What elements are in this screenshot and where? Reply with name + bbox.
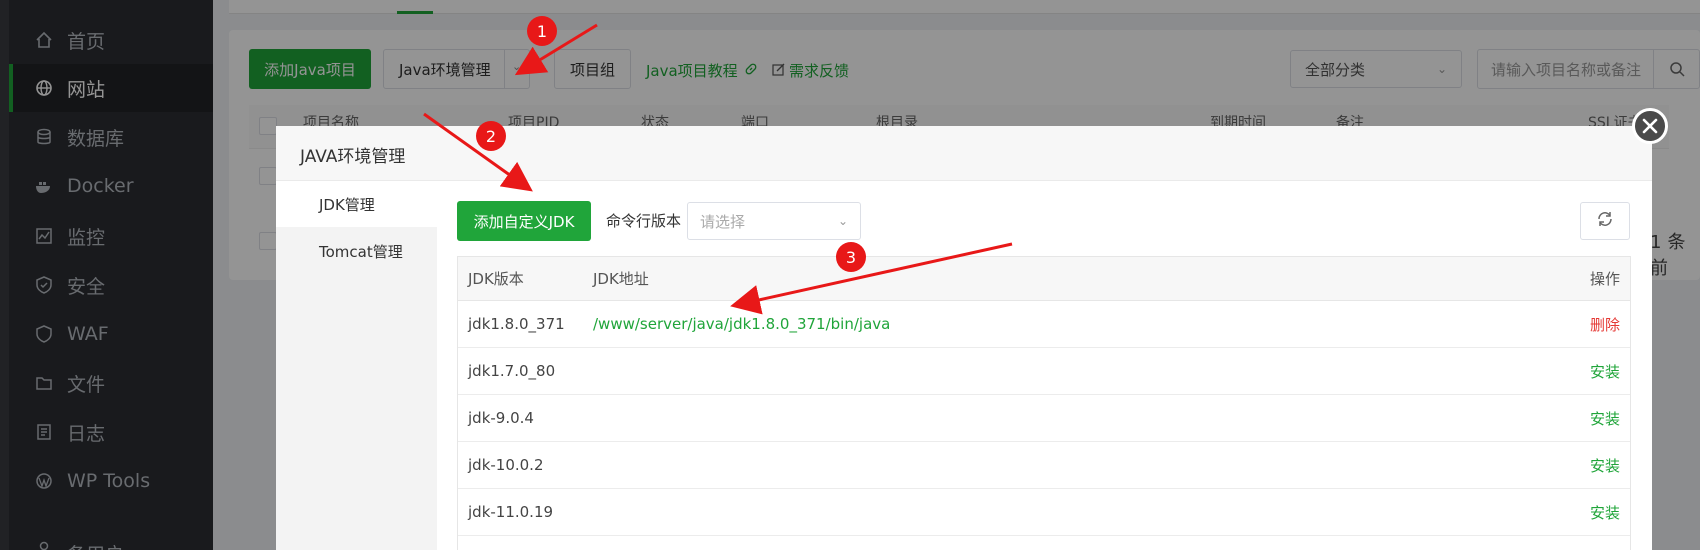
- refresh-icon: [1596, 210, 1614, 232]
- jdk-version: jdk-11.0.19: [468, 503, 554, 521]
- cmd-version-label: 命令行版本: [606, 212, 682, 230]
- close-icon[interactable]: [1632, 108, 1668, 144]
- tab-label: Tomcat管理: [319, 242, 403, 261]
- jdk-version: jdk-9.0.4: [468, 409, 534, 427]
- tab-label: JDK管理: [319, 195, 375, 214]
- install-button[interactable]: 安装: [1590, 442, 1620, 488]
- install-button[interactable]: 安装: [1590, 395, 1620, 441]
- chevron-down-icon: ⌄: [837, 214, 848, 228]
- refresh-button[interactable]: [1580, 202, 1630, 240]
- jdk-table: JDK版本 JDK地址 操作 jdk1.8.0_371 /www/server/…: [457, 256, 1631, 550]
- table-row: jdk-9.0.4 安装: [458, 395, 1630, 442]
- jdk-version: jdk-10.0.2: [468, 456, 544, 474]
- table-row: jdk-11.0.19 安装: [458, 489, 1630, 536]
- table-row: jdk1.8.0_371 /www/server/java/jdk1.8.0_3…: [458, 301, 1630, 348]
- col-action: 操作: [1589, 270, 1620, 288]
- jdk-version: jdk1.8.0_371: [468, 315, 565, 333]
- jdk-table-header: JDK版本 JDK地址 操作: [458, 257, 1630, 301]
- jdk-version: jdk1.7.0_80: [468, 362, 556, 380]
- add-custom-jdk-button[interactable]: 添加自定义JDK: [457, 201, 591, 241]
- install-button[interactable]: 安装: [1590, 348, 1620, 394]
- modal-title: JAVA环境管理: [300, 147, 406, 167]
- annotation-badge-3: 3: [836, 242, 866, 272]
- tab-tomcat-manage[interactable]: Tomcat管理: [276, 228, 437, 274]
- tab-jdk-manage[interactable]: JDK管理: [276, 181, 437, 227]
- col-jdk-path: JDK地址: [593, 270, 649, 288]
- cmd-version-placeholder: 请选择: [700, 212, 746, 231]
- install-button[interactable]: 安装: [1590, 489, 1620, 535]
- jdk-path: /www/server/java/jdk1.8.0_371/bin/java: [593, 315, 891, 333]
- cmd-version-select[interactable]: 请选择 ⌄: [687, 202, 861, 240]
- modal-side-nav: JDK管理 Tomcat管理: [276, 181, 437, 550]
- delete-button[interactable]: 删除: [1590, 301, 1620, 347]
- annotation-badge-2: 2: [476, 121, 506, 151]
- table-row: jdk1.7.0_80 安装: [458, 348, 1630, 395]
- table-row: jdk-10.0.2 安装: [458, 442, 1630, 489]
- col-jdk-version: JDK版本: [468, 270, 524, 288]
- annotation-badge-1: 1: [527, 16, 557, 46]
